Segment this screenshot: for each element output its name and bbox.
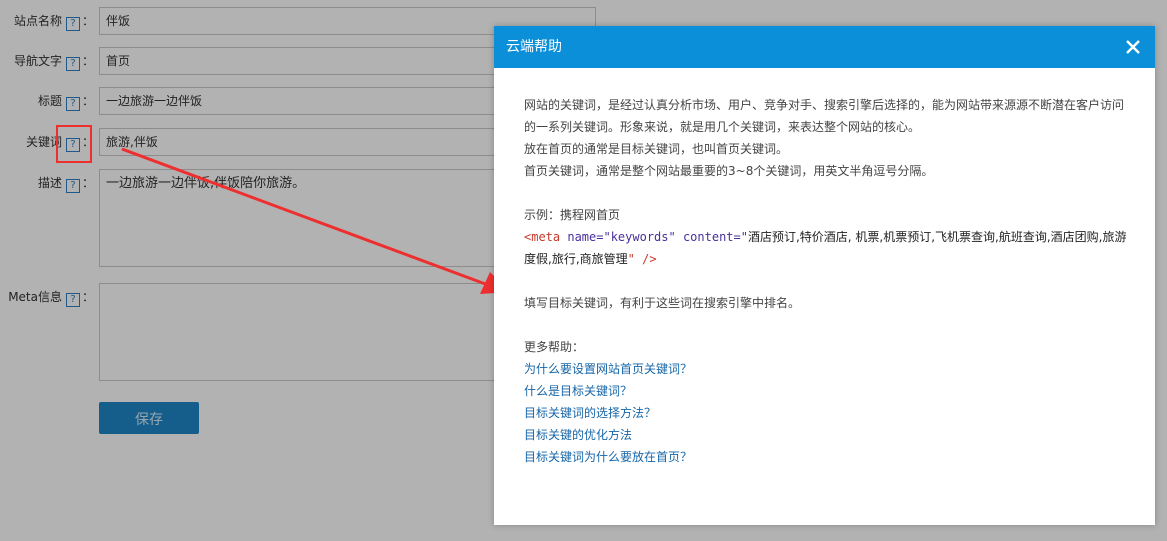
more-help-label: 更多帮助： bbox=[524, 340, 585, 354]
dialog-body: 网站的关键词，是经过认真分析市场、用户、竞争对手、搜索引擎后选择的，能为网站带来… bbox=[524, 94, 1134, 468]
example-label: 示例：携程网首页 bbox=[524, 208, 621, 222]
cloud-help-dialog: 云端帮助 网站的关键词，是经过认真分析市场、用户、竞争对手、搜索引擎后选择的，能… bbox=[494, 26, 1155, 525]
dialog-title: 云端帮助 bbox=[506, 39, 562, 55]
help-link[interactable]: 为什么要设置网站首页关键词？ bbox=[524, 358, 1134, 380]
help-tip: 填写目标关键词，有利于这些词在搜索引擎中排名。 bbox=[524, 296, 801, 310]
help-link[interactable]: 目标关键词的选择方法？ bbox=[524, 402, 1134, 424]
help-paragraph: 网站的关键词，是经过认真分析市场、用户、竞争对手、搜索引擎后选择的，能为网站带来… bbox=[524, 98, 1125, 134]
close-icon[interactable] bbox=[1121, 35, 1145, 59]
dialog-header: 云端帮助 bbox=[494, 26, 1155, 68]
help-paragraph: 首页关键词，通常是整个网站最重要的3~8个关键词，用英文半角逗号分隔。 bbox=[524, 164, 934, 178]
help-link[interactable]: 目标关键的优化方法 bbox=[524, 424, 1134, 446]
help-link[interactable]: 什么是目标关键词？ bbox=[524, 380, 1134, 402]
help-link[interactable]: 目标关键词为什么要放在首页？ bbox=[524, 446, 1134, 468]
example-code: <meta name="keywords" content="酒店预订,特价酒店… bbox=[524, 230, 1127, 266]
help-paragraph: 放在首页的通常是目标关键词，也叫首页关键词。 bbox=[524, 142, 789, 156]
